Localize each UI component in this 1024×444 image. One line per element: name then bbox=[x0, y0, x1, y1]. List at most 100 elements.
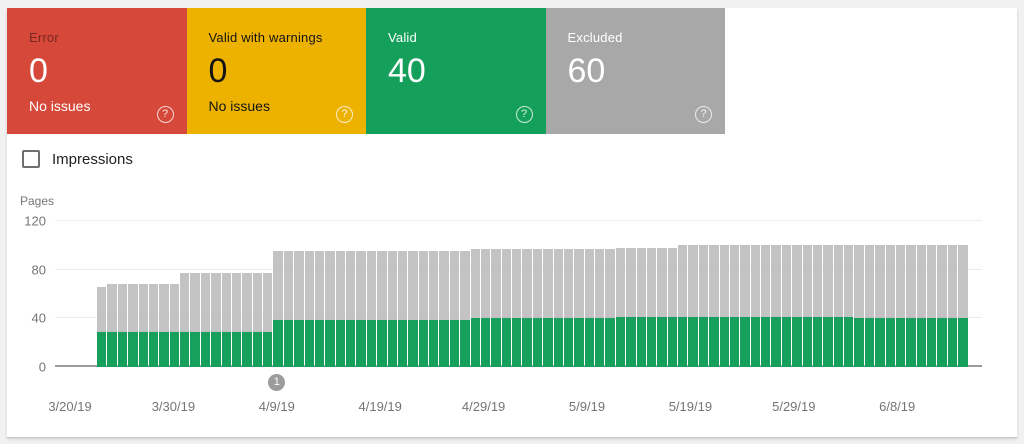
bar[interactable] bbox=[356, 251, 365, 367]
bar[interactable] bbox=[574, 249, 583, 367]
bar[interactable] bbox=[709, 245, 718, 367]
bar[interactable] bbox=[211, 273, 220, 367]
bar[interactable] bbox=[481, 249, 490, 367]
bar-segment-valid bbox=[595, 318, 604, 367]
bar-segment-valid bbox=[605, 318, 614, 367]
bar[interactable] bbox=[439, 251, 448, 367]
bar[interactable] bbox=[325, 251, 334, 367]
bar[interactable] bbox=[554, 249, 563, 367]
bar[interactable] bbox=[408, 251, 417, 367]
bar[interactable] bbox=[751, 245, 760, 367]
bar[interactable] bbox=[502, 249, 511, 367]
bar[interactable] bbox=[917, 245, 926, 367]
bar[interactable] bbox=[522, 249, 531, 367]
bar[interactable] bbox=[180, 273, 189, 367]
bar[interactable] bbox=[605, 249, 614, 367]
y-tick-label: 0 bbox=[13, 360, 46, 375]
annotation-marker[interactable]: 1 bbox=[268, 374, 285, 391]
bar-segment-excluded bbox=[471, 249, 480, 318]
bar[interactable] bbox=[782, 245, 791, 367]
bar[interactable] bbox=[647, 248, 656, 367]
bar[interactable] bbox=[958, 245, 967, 367]
bar[interactable] bbox=[657, 248, 666, 367]
bar[interactable] bbox=[844, 245, 853, 367]
bar[interactable] bbox=[273, 251, 282, 367]
bar[interactable] bbox=[190, 273, 199, 367]
bar[interactable] bbox=[688, 245, 697, 367]
bar[interactable] bbox=[367, 251, 376, 367]
stacked-bars[interactable] bbox=[97, 237, 967, 367]
bar[interactable] bbox=[232, 273, 241, 367]
bar[interactable] bbox=[937, 245, 946, 367]
bar[interactable] bbox=[896, 245, 905, 367]
bar[interactable] bbox=[377, 251, 386, 367]
bar[interactable] bbox=[284, 251, 293, 367]
bar[interactable] bbox=[906, 245, 915, 367]
bar[interactable] bbox=[222, 273, 231, 367]
bar[interactable] bbox=[149, 284, 158, 367]
bar[interactable] bbox=[823, 245, 832, 367]
bar[interactable] bbox=[668, 248, 677, 367]
bar[interactable] bbox=[813, 245, 822, 367]
bar[interactable] bbox=[564, 249, 573, 367]
bar[interactable] bbox=[170, 284, 179, 367]
bar-segment-valid bbox=[377, 320, 386, 367]
bar[interactable] bbox=[927, 245, 936, 367]
bar[interactable] bbox=[626, 248, 635, 367]
bar[interactable] bbox=[398, 251, 407, 367]
bar[interactable] bbox=[886, 245, 895, 367]
bar[interactable] bbox=[948, 245, 957, 367]
bar[interactable] bbox=[336, 251, 345, 367]
bar[interactable] bbox=[139, 284, 148, 367]
bar[interactable] bbox=[315, 251, 324, 367]
bar[interactable] bbox=[678, 245, 687, 367]
bar[interactable] bbox=[491, 249, 500, 367]
bar-segment-excluded bbox=[128, 284, 137, 331]
bar-segment-excluded bbox=[792, 245, 801, 317]
bar[interactable] bbox=[792, 245, 801, 367]
bar[interactable] bbox=[253, 273, 262, 367]
bar[interactable] bbox=[730, 245, 739, 367]
bar[interactable] bbox=[242, 273, 251, 367]
bar[interactable] bbox=[854, 245, 863, 367]
bar[interactable] bbox=[388, 251, 397, 367]
bar[interactable] bbox=[616, 248, 625, 367]
bar[interactable] bbox=[761, 245, 770, 367]
bar[interactable] bbox=[305, 251, 314, 367]
bar-segment-valid bbox=[522, 318, 531, 367]
bar[interactable] bbox=[875, 245, 884, 367]
bar[interactable] bbox=[419, 251, 428, 367]
bar-segment-excluded bbox=[730, 245, 739, 317]
bar[interactable] bbox=[201, 273, 210, 367]
bar[interactable] bbox=[740, 245, 749, 367]
bar[interactable] bbox=[97, 287, 106, 367]
bar-segment-valid bbox=[502, 318, 511, 367]
bar[interactable] bbox=[543, 249, 552, 367]
bar[interactable] bbox=[512, 249, 521, 367]
bar[interactable] bbox=[699, 245, 708, 367]
bar[interactable] bbox=[865, 245, 874, 367]
bar[interactable] bbox=[834, 245, 843, 367]
bar[interactable] bbox=[720, 245, 729, 367]
bar[interactable] bbox=[159, 284, 168, 367]
bar[interactable] bbox=[263, 273, 272, 367]
bar-segment-excluded bbox=[398, 251, 407, 319]
bar[interactable] bbox=[346, 251, 355, 367]
bar[interactable] bbox=[471, 249, 480, 367]
bar[interactable] bbox=[128, 284, 137, 367]
bar[interactable] bbox=[450, 251, 459, 367]
bar[interactable] bbox=[118, 284, 127, 367]
bar-segment-valid bbox=[471, 318, 480, 367]
bar[interactable] bbox=[533, 249, 542, 367]
bar-segment-valid bbox=[854, 318, 863, 367]
bar-segment-excluded bbox=[958, 245, 967, 318]
bar[interactable] bbox=[460, 251, 469, 367]
bar[interactable] bbox=[294, 251, 303, 367]
bar[interactable] bbox=[107, 284, 116, 367]
bar[interactable] bbox=[595, 249, 604, 367]
bar[interactable] bbox=[637, 248, 646, 367]
bar[interactable] bbox=[803, 245, 812, 367]
bar[interactable] bbox=[429, 251, 438, 367]
bar[interactable] bbox=[771, 245, 780, 367]
bar[interactable] bbox=[585, 249, 594, 367]
